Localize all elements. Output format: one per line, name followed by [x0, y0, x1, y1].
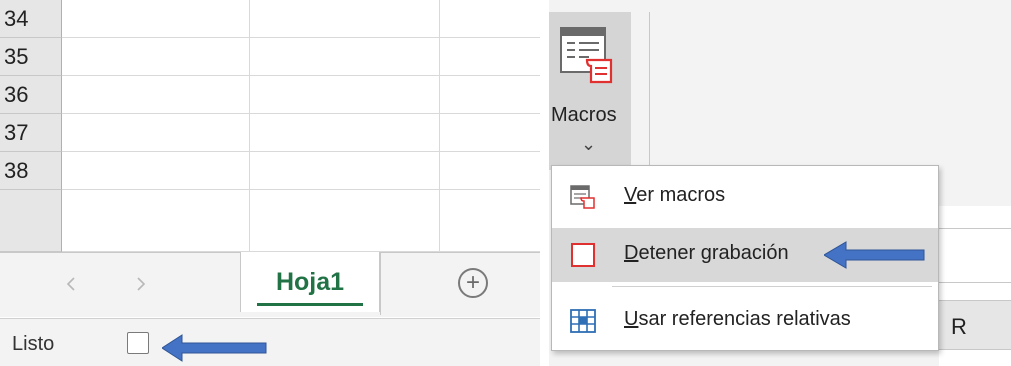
grid-cell[interactable] — [62, 38, 250, 76]
add-sheet-symbol: + — [465, 269, 480, 296]
grid-cell[interactable] — [250, 152, 440, 190]
grid-cell[interactable] — [440, 190, 540, 252]
status-text: Listo — [12, 333, 55, 355]
formula-bar-border — [939, 228, 1011, 229]
row-header[interactable]: 35 — [0, 38, 62, 76]
menu-item-label-rest: sar referencias relativas — [638, 308, 851, 330]
grid-cell[interactable] — [250, 38, 440, 76]
menu-item-detener-grabacion[interactable]: Detener grabación — [552, 228, 938, 282]
macros-label: Macros — [551, 104, 617, 126]
relative-references-icon — [570, 309, 596, 333]
grid-cell[interactable] — [440, 38, 540, 76]
mnemonic-letter: D — [624, 242, 639, 264]
row-number: 34 — [4, 5, 29, 31]
row-header[interactable]: 36 — [0, 76, 62, 114]
formula-bar-border — [939, 282, 1011, 283]
menu-item-ver-macros[interactable]: Ver macros — [552, 170, 938, 224]
add-sheet-icon[interactable]: + — [458, 268, 488, 298]
grid-cell[interactable] — [250, 76, 440, 114]
pointer-arrow-icon — [824, 241, 925, 269]
row-number: 36 — [4, 81, 29, 107]
chevron-down-icon: ⌄ — [581, 134, 597, 154]
ribbon-divider — [649, 12, 650, 172]
grid-cell[interactable] — [440, 114, 540, 152]
sheet-tab-hoja1[interactable]: Hoja1 — [240, 252, 380, 312]
column-letter: R — [951, 314, 967, 339]
macros-icon — [560, 27, 613, 84]
pointer-arrow-icon — [162, 334, 267, 362]
column-header-r[interactable] — [939, 300, 1011, 350]
menu-item-label-rest: er macros — [636, 184, 726, 206]
grid-cell[interactable] — [62, 76, 250, 114]
sheet-tab-bar: Hoja1 + — [0, 252, 540, 317]
grid-cell[interactable] — [250, 114, 440, 152]
grid-cell[interactable] — [250, 190, 440, 252]
panel-gap — [540, 0, 549, 366]
mnemonic-letter: V — [624, 184, 637, 206]
menu-item-label: Detener grabación — [624, 242, 789, 265]
macros-button[interactable]: Macros ⌄ — [549, 12, 631, 170]
menu-item-label: Ver macros — [624, 184, 725, 207]
excel-sheet-area: 34 35 36 37 38 Hoja1 + Listo — [0, 0, 540, 366]
stop-recording-icon — [571, 243, 595, 267]
row-number: 35 — [4, 43, 29, 69]
status-bar: Listo — [0, 318, 540, 366]
sheet-nav-prev-icon[interactable] — [56, 253, 86, 315]
mnemonic-letter: U — [624, 308, 639, 330]
grid-cell[interactable] — [62, 0, 250, 38]
grid-cell[interactable] — [62, 190, 250, 252]
menu-item-label-rest: etener grabación — [638, 242, 789, 264]
grid-cell[interactable] — [440, 152, 540, 190]
row-header[interactable]: 37 — [0, 114, 62, 152]
view-macros-icon — [570, 185, 595, 209]
macros-dropdown-menu: Ver macros Detener grabación Usar refere… — [551, 165, 939, 351]
grid-cell[interactable] — [440, 0, 540, 38]
row-header[interactable]: 34 — [0, 0, 62, 38]
grid-cell[interactable] — [250, 0, 440, 38]
grid-cell[interactable] — [62, 114, 250, 152]
menu-item-usar-referencias-relativas[interactable]: Usar referencias relativas — [552, 294, 938, 348]
menu-separator — [612, 286, 932, 287]
ribbon-area: Macros ⌄ R Ver macros Detener grabación — [549, 0, 1011, 366]
row-header[interactable] — [0, 190, 62, 252]
grid-cell[interactable] — [440, 76, 540, 114]
stop-recording-square-icon[interactable] — [127, 332, 149, 354]
row-number: 37 — [4, 119, 29, 145]
menu-item-label: Usar referencias relativas — [624, 308, 851, 331]
tab-divider — [380, 253, 381, 315]
sheet-tab-label: Hoja1 — [275, 267, 345, 296]
grid-cell[interactable] — [62, 152, 250, 190]
sheet-nav-next-icon[interactable] — [126, 253, 156, 315]
row-header[interactable]: 38 — [0, 152, 62, 190]
row-number: 38 — [4, 157, 29, 183]
